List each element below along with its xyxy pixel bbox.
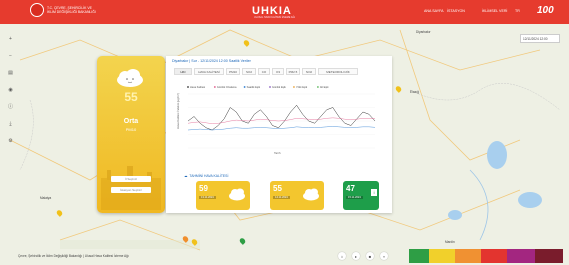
city-label: Mardin [445, 240, 455, 244]
city-photo [101, 166, 161, 210]
legend-label[interactable]: Saatlik Eşik [247, 85, 261, 89]
legend-marker [269, 86, 271, 88]
city-label: Malatya [40, 196, 52, 200]
datetime-input[interactable]: 12/11/2024 12:00 [520, 34, 560, 43]
province-select[interactable]: İl Seçiniz [111, 176, 151, 182]
settings-icon[interactable]: ⚙ [6, 136, 15, 145]
chart-legend: Hava Kalitesi Günlük Ortalama Saatlik Eşik… [187, 85, 329, 89]
chart-plot-area [187, 93, 376, 149]
tab-hava-kalitesi[interactable]: HAVA KALİTESİ [194, 68, 224, 75]
forward-icon[interactable]: » [380, 252, 388, 260]
legend-label[interactable]: Günlük Eşik [272, 85, 287, 89]
footer-note: Çevre, Şehircilik ve İklim Değişikliği B… [18, 254, 129, 258]
ministry-logo[interactable]: T.C. ÇEVRE, ŞEHİRCİLİK VE İKLİM DEĞİŞİKL… [30, 3, 97, 17]
stop-icon[interactable]: ■ [366, 252, 374, 260]
tab-no2[interactable]: NO2 [302, 68, 316, 75]
series-line [187, 104, 376, 131]
forecast-date: 14.11.2024 [273, 196, 290, 199]
ministry-seal [30, 3, 44, 17]
scale-sensitive [455, 249, 481, 263]
home-icon[interactable]: ⌂ [338, 252, 346, 260]
forecast-date: 15.11.2024 [346, 196, 363, 199]
play-icon[interactable]: ▸ [352, 252, 360, 260]
forecast-date: 13.11.2024 [199, 196, 216, 199]
download-icon[interactable]: ⤓ [6, 119, 15, 128]
legend-label[interactable]: Alt Eşik [320, 85, 329, 89]
legend-marker [187, 86, 189, 88]
cloud-icon [229, 188, 245, 201]
forecast-title-label: TAHMİNİ HAVA KALİTESİ [189, 174, 229, 178]
legend-marker [317, 86, 319, 88]
forecast-card[interactable]: 59 13.11.2024 [196, 181, 250, 210]
aqi-parameter: PM10 [125, 127, 137, 132]
legend-marker [213, 86, 216, 88]
tab-o3[interactable]: O3 [272, 68, 284, 75]
chart-xlabel: Tarih [274, 151, 281, 155]
aqi-color-scale [409, 249, 563, 263]
scale-hazardous [535, 249, 563, 263]
aqi-level: Orta [123, 118, 139, 125]
tab-pm10[interactable]: PM10 [226, 68, 240, 75]
nav-lang[interactable]: TR [515, 9, 520, 13]
tab-hki[interactable]: HKI [174, 68, 192, 75]
tab-co[interactable]: CO [258, 68, 270, 75]
parameter-tabs: HKI HAVA KALİTESİ PM10 SO2 CO O3 PM2.5 N… [174, 68, 358, 75]
zoom-in-icon[interactable]: + [6, 34, 15, 43]
info-icon[interactable]: ⓘ [6, 102, 15, 111]
location-icon[interactable]: ◉ [6, 85, 15, 94]
legend-marker [243, 86, 246, 88]
timeseries-chart: Hava Kalitesi Günlük Ortalama Saatlik Eşik… [175, 85, 376, 155]
legend-label[interactable]: Hava Kalitesi [190, 85, 206, 89]
nav-monthly[interactable]: İKLİMSEL VERİ [482, 9, 507, 13]
scale-good [409, 249, 429, 263]
chart-ylabel: Hava Kalitesi İndeksi (µg/m³) [175, 93, 180, 129]
cloud-icon [303, 188, 319, 201]
left-toolbar: + − ▤ ◉ ⓘ ⤓ ⚙ [6, 34, 16, 145]
aqi-summary-card: 55 Orta PM10 İl Seçiniz İstasyon Seçiniz [97, 56, 165, 213]
zoom-out-icon[interactable]: − [6, 51, 15, 60]
tab-so2[interactable]: SO2 [242, 68, 256, 75]
tab-pm25[interactable]: PM2.5 [286, 68, 300, 75]
forecast-card[interactable]: 47 15.11.2024 İ [343, 181, 379, 210]
forecast-card[interactable]: 55 14.11.2024 [270, 181, 324, 210]
ministry-name: T.C. ÇEVRE, ŞEHİRCİLİK VE İKLİM DEĞİŞİKL… [47, 6, 97, 14]
cloud-icon [117, 69, 143, 87]
brand-subtitle: ULUSAL HAVA KALİTESİ İZLEME AĞI [254, 16, 296, 19]
aqi-value: 55 [124, 90, 138, 104]
scale-unhealthy [481, 249, 507, 263]
panel-header: Diyarbakır | Sur - 12/11/2024 12:00 Saat… [172, 59, 251, 63]
cloud-icon: ☁ [184, 174, 188, 178]
century-logo: 100 [537, 5, 554, 16]
top-bar: T.C. ÇEVRE, ŞEHİRCİLİK VE İKLİM DEĞİŞİKL… [0, 0, 569, 24]
legend-label[interactable]: Yıllık Eşik [296, 85, 308, 89]
city-label: Diyarbakır [416, 30, 431, 34]
scale-very-unhealthy [507, 249, 535, 263]
nav-home[interactable]: ANA SAYFA [424, 9, 444, 13]
legend-marker [293, 86, 295, 88]
tab-meteorological[interactable]: METEOROLOJİK [318, 68, 358, 75]
scale-moderate [429, 249, 455, 263]
legend-label[interactable]: Günlük Ortalama [217, 85, 237, 89]
station-select[interactable]: İstasyon Seçiniz [111, 187, 151, 193]
city-label: Elazığ [410, 90, 419, 94]
ministry-line2: İKLİM DEĞİŞİKLİĞİ BAKANLIĞI [47, 10, 96, 14]
layers-icon[interactable]: ▤ [6, 68, 15, 77]
forecast-letter: İ [371, 189, 377, 196]
forecast-title: ☁ TAHMİNİ HAVA KALİTESİ [184, 174, 228, 178]
nav-stations[interactable]: İSTASYON [447, 9, 465, 13]
station-detail-panel: Diyarbakır | Sur - 12/11/2024 12:00 Saat… [166, 56, 392, 213]
series-line [187, 117, 376, 124]
